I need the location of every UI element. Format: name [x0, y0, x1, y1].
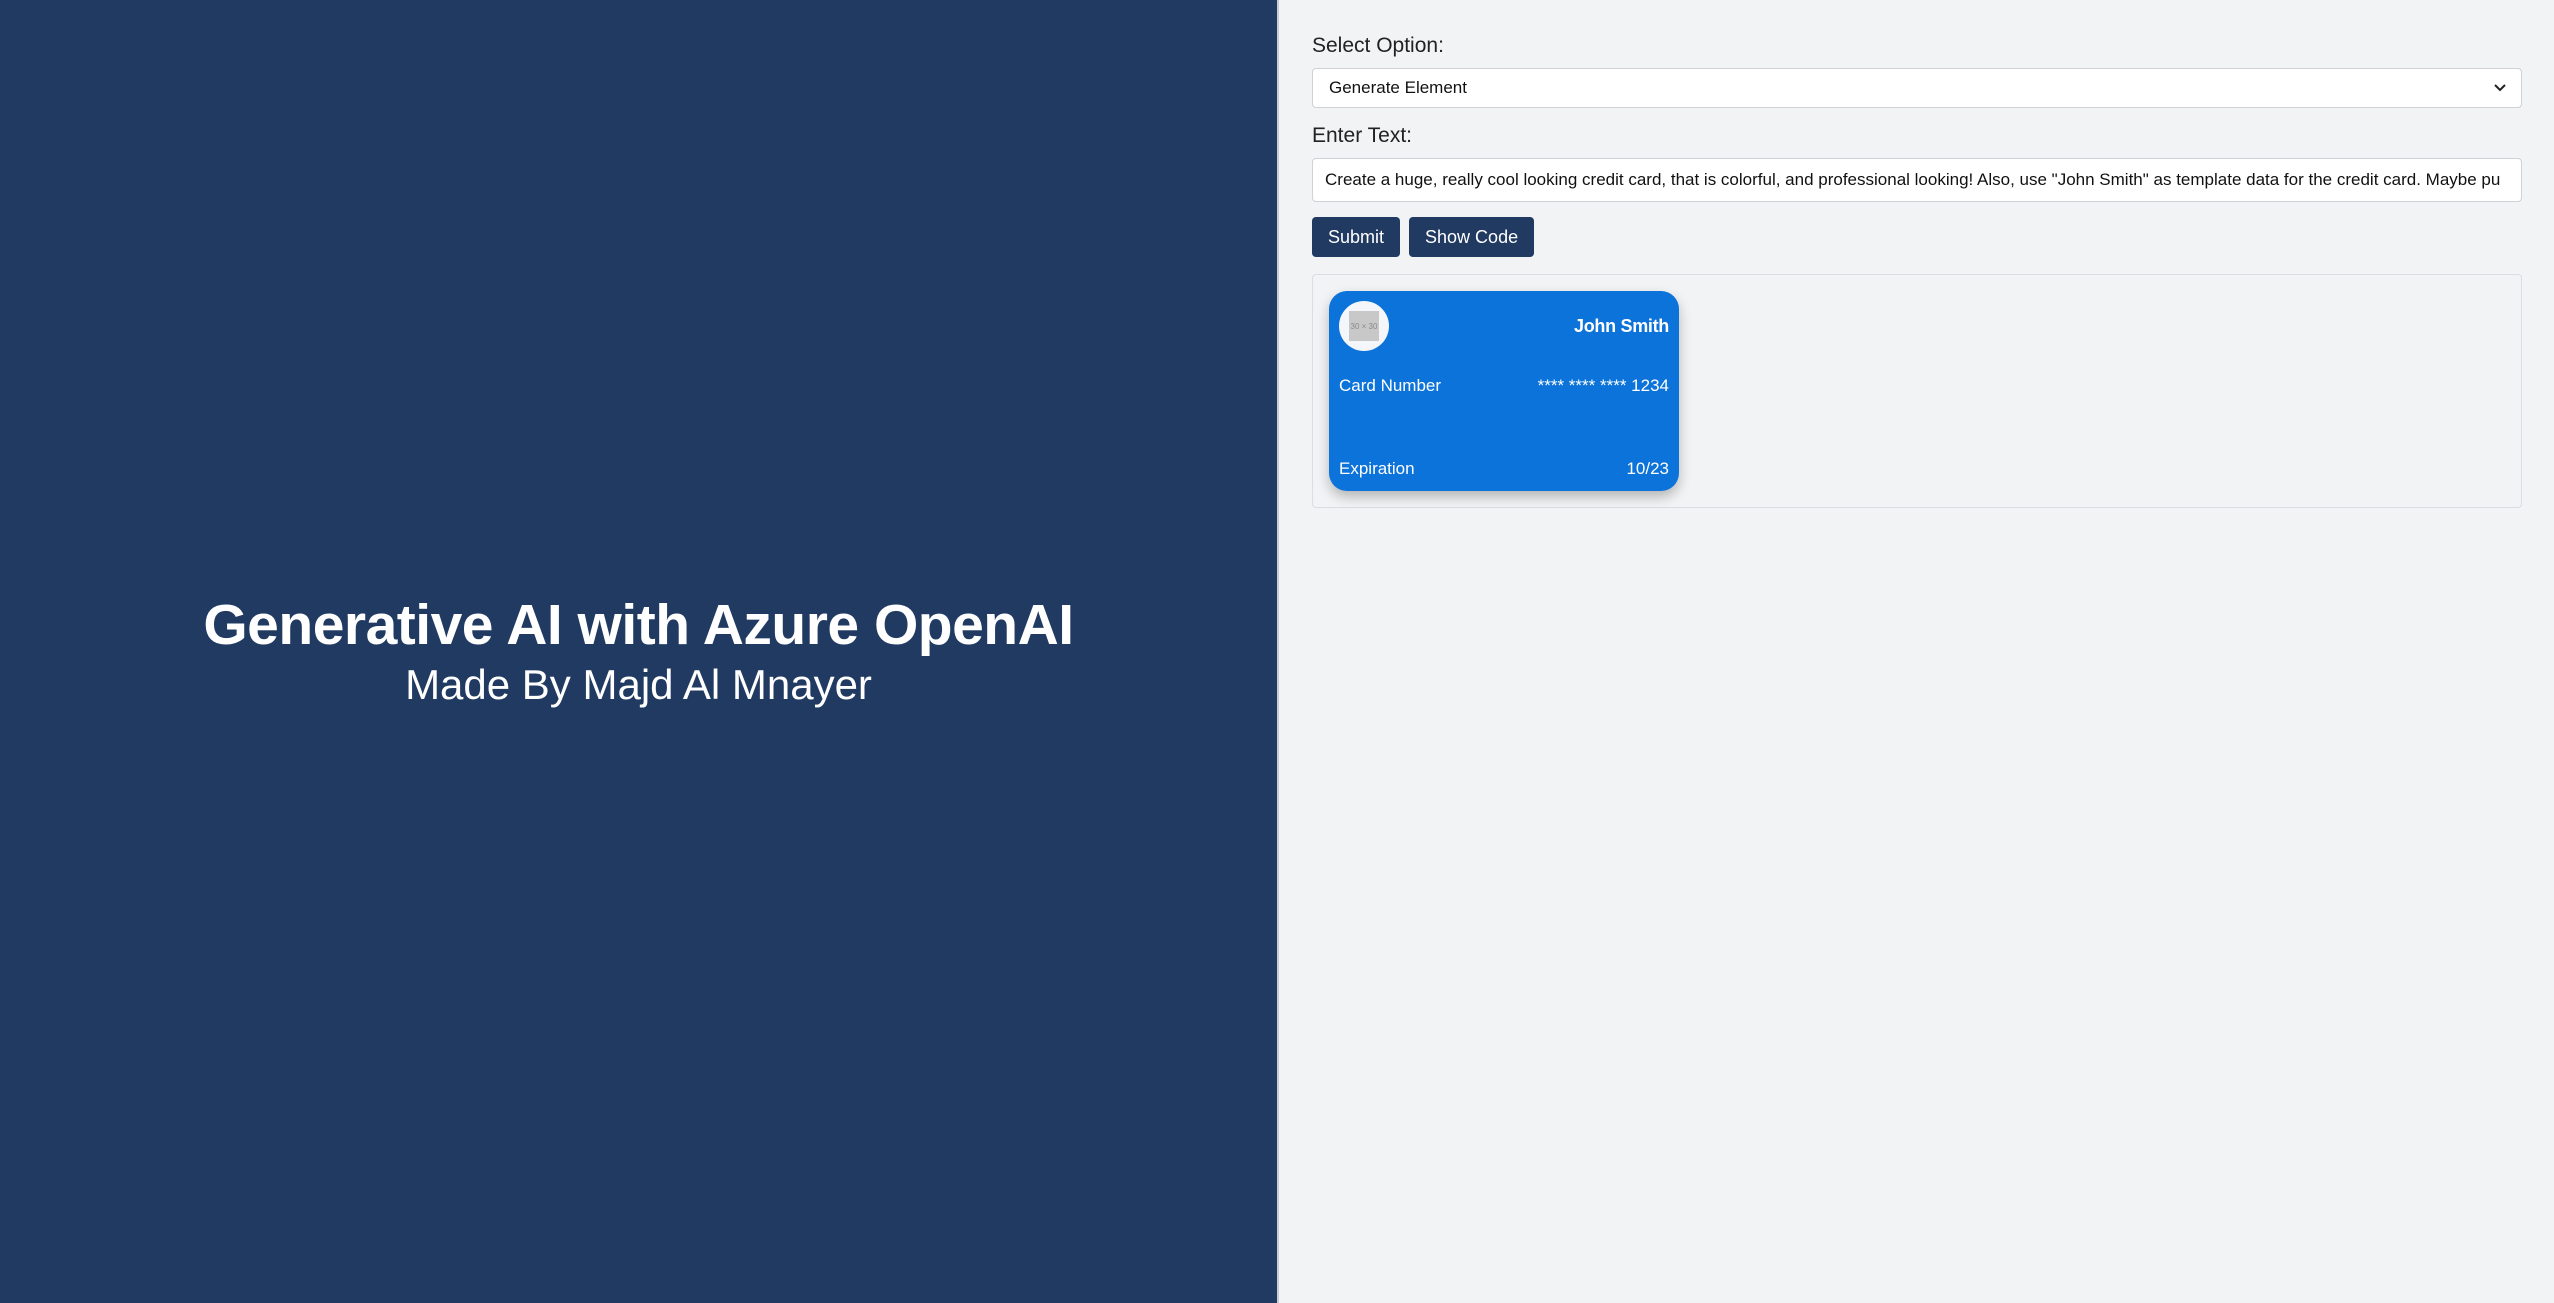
- card-number-value: **** **** **** 1234: [1537, 376, 1669, 395]
- card-header: 30 × 30 John Smith: [1339, 301, 1669, 351]
- option-select-value: Generate Element: [1329, 78, 1467, 97]
- card-holder-name: John Smith: [1574, 315, 1669, 336]
- action-buttons: Submit Show Code: [1312, 217, 2522, 257]
- card-expiration-value: 10/23: [1626, 459, 1669, 478]
- credit-card: 30 × 30 John Smith Card Number **** ****…: [1329, 291, 1679, 491]
- card-logo: 30 × 30: [1339, 301, 1389, 351]
- prompt-input[interactable]: [1312, 158, 2522, 202]
- enter-text-label: Enter Text:: [1312, 124, 1412, 147]
- hero-title: Generative AI with Azure OpenAI: [203, 592, 1074, 657]
- hero-panel: Generative AI with Azure OpenAI Made By …: [0, 0, 1277, 1303]
- show-code-button[interactable]: Show Code: [1409, 217, 1535, 257]
- hero-subtitle: Made By Majd Al Mnayer: [405, 661, 872, 709]
- card-expiration-label: Expiration: [1339, 459, 1415, 478]
- card-expiration-row: Expiration 10/23: [1339, 459, 1669, 479]
- option-select[interactable]: Generate Element: [1312, 68, 2522, 108]
- chevron-down-icon: [2493, 81, 2507, 95]
- card-number-row: Card Number **** **** **** 1234: [1339, 376, 1669, 396]
- select-option-label: Select Option:: [1312, 34, 1444, 57]
- submit-button[interactable]: Submit: [1312, 217, 1401, 257]
- form-panel: Select Option: Generate Element Enter Te…: [1277, 0, 2554, 1303]
- card-number-label: Card Number: [1339, 376, 1442, 395]
- image-placeholder-icon: 30 × 30: [1349, 311, 1379, 341]
- app-root: Generative AI with Azure OpenAI Made By …: [0, 0, 2554, 1303]
- output-preview: 30 × 30 John Smith Card Number **** ****…: [1312, 274, 2522, 508]
